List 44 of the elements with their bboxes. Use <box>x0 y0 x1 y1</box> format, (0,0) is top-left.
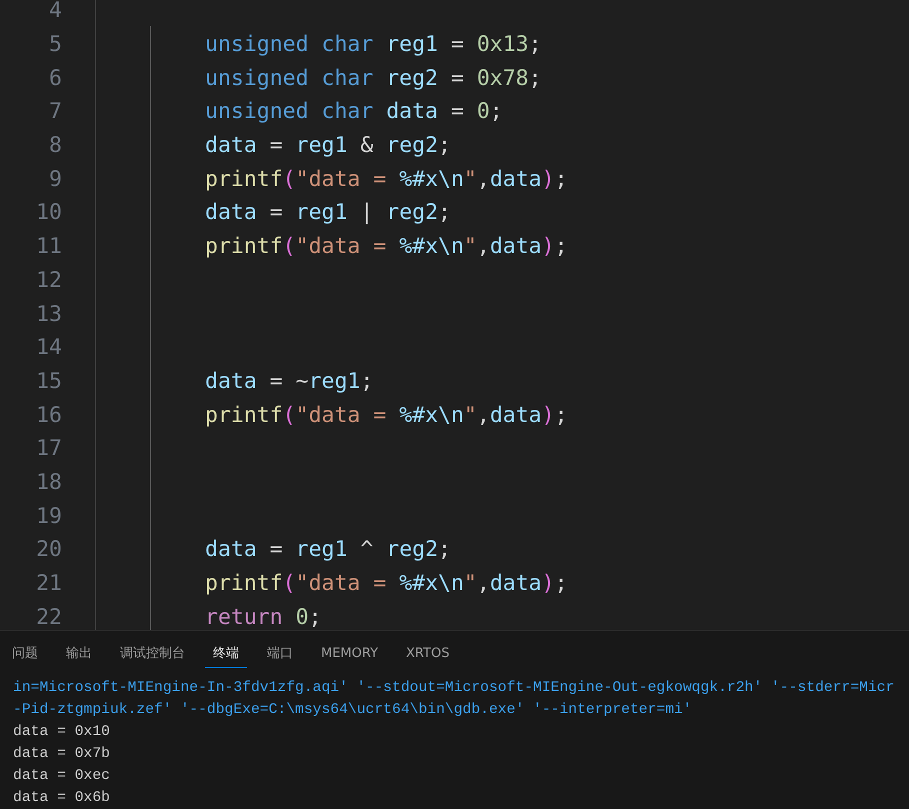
code-line: printf("data = %#x\n",data); <box>205 234 568 260</box>
code-line: data = ~reg1; <box>205 368 374 394</box>
line-number: 16 <box>35 402 62 428</box>
terminal-line: data = 0x10 <box>13 723 111 742</box>
panel-tab[interactable]: XRTOS <box>398 640 458 666</box>
code-line: unsigned char reg1 = 0x13; <box>205 32 542 58</box>
panel-tab[interactable]: 输出 <box>58 638 100 668</box>
panel-tab[interactable]: MEMORY <box>313 640 386 666</box>
code-line: printf("data = %#x\n",data); <box>205 166 568 192</box>
line-number: 9 <box>48 166 62 192</box>
line-number: 21 <box>35 571 62 596</box>
line-number: 17 <box>35 436 62 462</box>
line-number: 18 <box>35 470 62 495</box>
code-line: data = reg1 ^ reg2; <box>205 537 451 562</box>
panel-tab[interactable]: 终端 <box>205 638 247 668</box>
code-line: return 0; <box>205 604 322 630</box>
code-line: unsigned char data = 0; <box>205 99 503 124</box>
terminal-line: data = 0x6b <box>13 789 111 808</box>
line-number: 6 <box>48 66 62 91</box>
code-line: unsigned char reg2 = 0x78; <box>205 66 542 91</box>
terminal-line: in=Microsoft-MIEngine-In-3fdv1zfg.aqi' '--stdout=Microsoft-MIEngine-Out-egkowqgk.r2h' '--stderr=Micr <box>13 679 896 698</box>
line-number: 5 <box>48 32 62 58</box>
terminal-line: -Pid-ztgmpiuk.zef' '--dbgExe=C:\msys64\ucrt64\bin\gdb.exe' '--interpreter=mi' <box>13 701 693 720</box>
panel-tab[interactable]: 调试控制台 <box>112 638 193 668</box>
line-number: 19 <box>35 504 62 529</box>
line-number: 8 <box>48 133 62 158</box>
line-number: 7 <box>48 99 62 124</box>
line-number: 20 <box>35 537 62 562</box>
line-number: 15 <box>35 368 62 394</box>
line-number: 14 <box>35 335 62 360</box>
code-line: data = reg1 | reg2; <box>205 200 451 226</box>
terminal-line: data = 0xec <box>13 767 111 786</box>
line-number: 10 <box>35 200 62 226</box>
panel-tab[interactable]: 问题 <box>4 638 46 668</box>
terminal-line: data = 0x7b <box>13 745 111 764</box>
code-line: printf("data = %#x\n",data); <box>205 571 568 596</box>
line-number: 4 <box>48 0 62 24</box>
line-number: 13 <box>35 302 62 327</box>
panel-tab[interactable]: 端口 <box>259 638 301 668</box>
line-number: 11 <box>35 234 62 260</box>
code-line: printf("data = %#x\n",data); <box>205 402 568 428</box>
code-line: data = reg1 & reg2; <box>205 133 451 158</box>
line-number: 22 <box>35 604 62 630</box>
line-number: 12 <box>35 268 62 293</box>
